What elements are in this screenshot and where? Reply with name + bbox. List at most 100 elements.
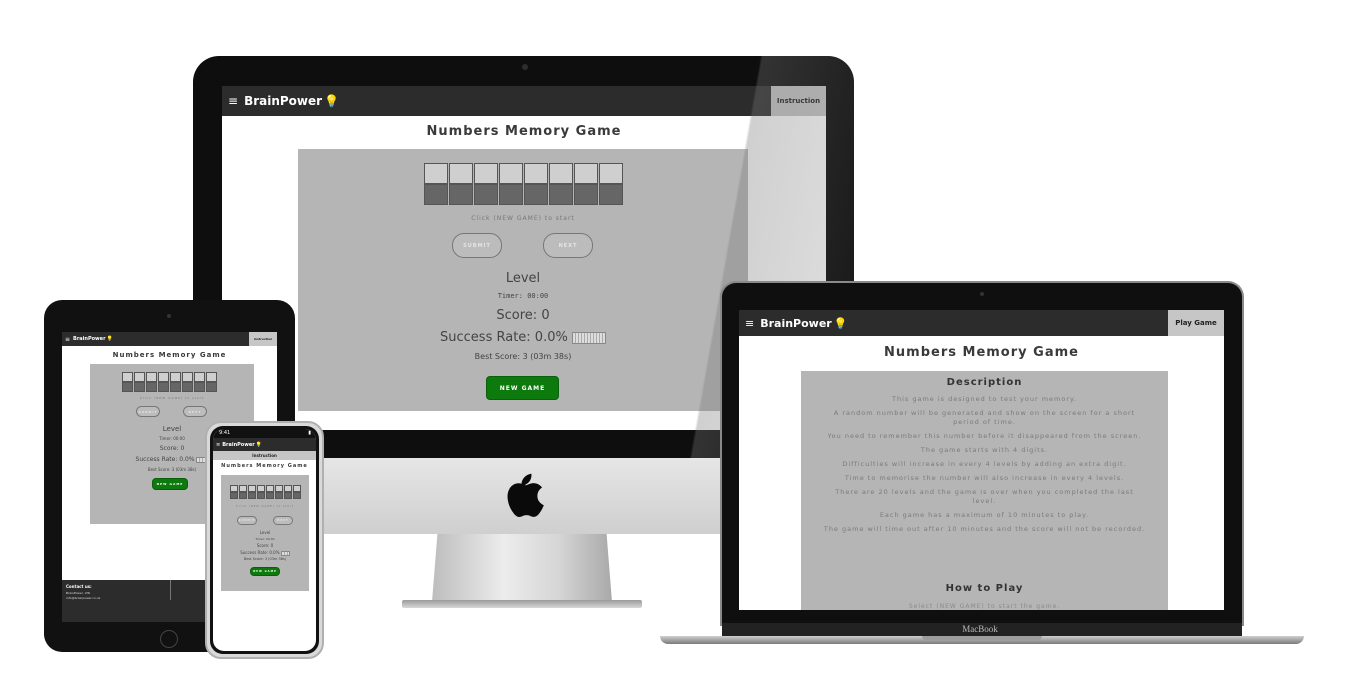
digit-bottom: [275, 492, 283, 499]
footer-company: BrainPower, LTD: [66, 591, 91, 595]
digit-bottom: [449, 184, 473, 205]
digit-bottom: [266, 492, 274, 499]
play-game-button[interactable]: Play Game: [1168, 310, 1224, 336]
next-button[interactable]: NEXT: [273, 516, 293, 525]
lightbulb-icon: 💡: [106, 336, 113, 342]
lightbulb-icon: 💡: [255, 441, 262, 448]
brand-logo[interactable]: BrainPower: [222, 442, 255, 448]
digit-bottom: [239, 492, 247, 499]
digit-top: [599, 163, 623, 184]
digit-bottom: [248, 492, 256, 499]
description-line: The game starts with 4 digits.: [920, 446, 1049, 454]
score-label: Score: 0: [496, 308, 550, 323]
game-message: Click (NEW GAME) to start: [471, 215, 575, 222]
description-line: Time to memorise the number will also in…: [844, 474, 1125, 482]
hamburger-icon[interactable]: ≡: [65, 336, 70, 343]
digit-bottom: [194, 382, 205, 392]
digit-top: [122, 372, 133, 382]
new-game-button[interactable]: NEW GAME: [250, 567, 280, 576]
macbook-label: MacBook: [962, 624, 998, 634]
level-label: Level: [259, 530, 271, 535]
digit-top: [239, 485, 247, 492]
how-to-play-line: Select (NEW GAME) to start the game.: [908, 603, 1061, 610]
digit-box: [499, 163, 523, 205]
digit-top: [275, 485, 283, 492]
iphone-screen: 9:41 ▮ ≡ BrainPower 💡 Instruction Number…: [213, 429, 316, 651]
digit-bottom: [206, 382, 217, 392]
instruction-button[interactable]: Instruction: [249, 332, 277, 346]
digit-bottom: [158, 382, 169, 392]
navbar: ≡ BrainPower 💡 Play Game: [739, 310, 1224, 336]
game-panel: Click (NEW GAME) to start SUBMIT NEXT Le…: [221, 475, 309, 591]
navbar: ≡ BrainPower 💡: [213, 438, 316, 451]
digit-box: [239, 485, 247, 499]
best-score: Best Score: 3 (03m 38s): [474, 352, 572, 361]
brand-logo[interactable]: BrainPower: [73, 336, 106, 342]
apple-logo-icon: [507, 473, 544, 517]
game-message: Click (NEW GAME) to start: [139, 396, 205, 400]
digit-top: [266, 485, 274, 492]
digit-bottom: [524, 184, 548, 205]
hamburger-icon[interactable]: ≡: [216, 442, 220, 448]
battery-icon: ▮: [308, 430, 311, 436]
digit-bottom: [293, 492, 301, 499]
next-button[interactable]: NEXT: [183, 406, 207, 417]
digit-bottom: [122, 382, 133, 392]
digit-box: [248, 485, 256, 499]
digit-top: [284, 485, 292, 492]
digit-box: [449, 163, 473, 205]
ipad-home-button: [160, 630, 178, 648]
digit-top: [424, 163, 448, 184]
digit-top: [248, 485, 256, 492]
hamburger-icon[interactable]: ≡: [745, 317, 754, 330]
macbook-notch: [922, 636, 1042, 640]
digit-top: [549, 163, 573, 184]
digit-box: [293, 485, 301, 499]
footer-email[interactable]: info@brainpower.co.uk: [66, 596, 100, 600]
submit-button[interactable]: SUBMIT: [237, 516, 257, 525]
description-heading: Description: [946, 377, 1023, 388]
digit-bottom: [182, 382, 193, 392]
digit-display: [122, 372, 218, 392]
description-line: You need to remember this number before …: [827, 432, 1142, 440]
digit-top: [194, 372, 205, 382]
description-line: There are 20 levels and the game is over…: [835, 488, 1134, 505]
score-label: Score: 0: [256, 543, 274, 548]
digit-display: [424, 163, 624, 205]
hamburger-icon[interactable]: ≡: [228, 94, 238, 108]
footer-divider: [170, 580, 171, 600]
brand-logo[interactable]: BrainPower: [760, 317, 832, 330]
digit-bottom: [599, 184, 623, 205]
timer-label: Timer: 00:00: [255, 537, 275, 541]
digit-top: [293, 485, 301, 492]
digit-top: [257, 485, 265, 492]
submit-button[interactable]: SUBMIT: [136, 406, 160, 417]
description-line: Difficulties will increase in every 4 le…: [842, 460, 1127, 468]
success-rate-label: Success Rate: 0.0%: [440, 330, 568, 345]
digit-box: [206, 372, 217, 392]
new-game-button[interactable]: NEW GAME: [486, 376, 559, 400]
digit-bottom: [257, 492, 265, 499]
digit-box: [146, 372, 157, 392]
instruction-button[interactable]: Instruction: [213, 451, 316, 460]
new-game-button[interactable]: NEW GAME: [152, 478, 188, 490]
digit-box: [574, 163, 598, 205]
digit-bottom: [424, 184, 448, 205]
digit-box: [230, 485, 238, 499]
footer-contact: Contact us:: [66, 584, 92, 589]
lightbulb-icon: 💡: [324, 94, 340, 108]
digit-box: [599, 163, 623, 205]
digit-box: [158, 372, 169, 392]
digit-bottom: [549, 184, 573, 205]
lightbulb-icon: 💡: [833, 316, 848, 330]
digit-top: [182, 372, 193, 382]
digit-top: [474, 163, 498, 184]
digit-top: [170, 372, 181, 382]
description-line: A random number will be generated and sh…: [833, 409, 1136, 426]
next-button[interactable]: NEXT: [543, 233, 593, 258]
description-list: This game is designed to test your memor…: [823, 395, 1146, 539]
digit-box: [524, 163, 548, 205]
brand-logo[interactable]: BrainPower: [244, 94, 322, 108]
instruction-button[interactable]: Instruction: [771, 86, 826, 116]
submit-button[interactable]: SUBMIT: [452, 233, 502, 258]
